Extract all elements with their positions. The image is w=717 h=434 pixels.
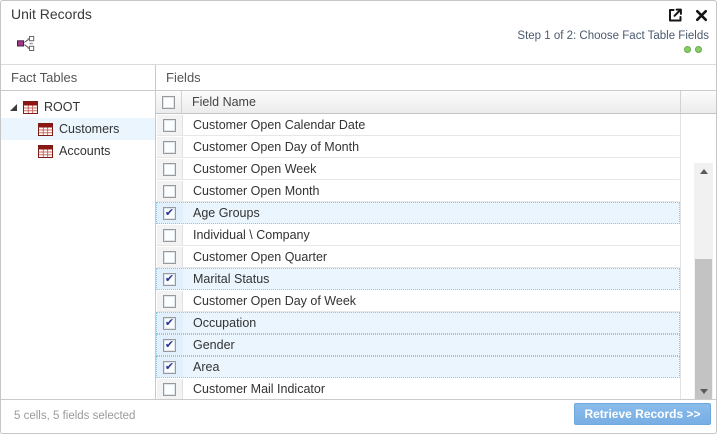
close-icon[interactable]	[692, 6, 710, 24]
field-row[interactable]: Customer Open Day of Week	[156, 290, 680, 312]
step-dot	[695, 46, 702, 53]
fact-tables-panel: Fact Tables ROOT Customers	[1, 65, 156, 400]
field-row-checkbox[interactable]	[157, 181, 183, 201]
field-row-checkbox[interactable]: ✔	[157, 313, 183, 333]
footer: 5 cells, 5 fields selected Retrieve Reco…	[1, 399, 716, 433]
field-row-checkbox[interactable]	[157, 379, 183, 399]
field-row[interactable]: Customer Open Quarter	[156, 246, 680, 268]
field-row[interactable]: Individual \ Company	[156, 224, 680, 246]
field-name-label: Individual \ Company	[183, 225, 679, 245]
field-name-label: Customer Open Calendar Date	[183, 115, 679, 135]
field-rows: Customer Open Calendar Date Customer Ope…	[156, 114, 681, 400]
table-icon	[23, 101, 38, 114]
retrieve-records-button[interactable]: Retrieve Records >>	[574, 403, 711, 425]
tree-item-label: Customers	[59, 122, 119, 136]
field-name-label: Customer Mail Indicator	[183, 379, 679, 399]
tree-item-accounts[interactable]: Accounts	[1, 140, 155, 162]
field-row-checkbox[interactable]: ✔	[157, 357, 183, 377]
field-row[interactable]: Customer Open Month	[156, 180, 680, 202]
field-name-label: Occupation	[183, 313, 679, 333]
selection-status: 5 cells, 5 fields selected	[14, 400, 135, 432]
fields-grid-header: Field Name	[156, 91, 716, 114]
grid-header-spacer	[681, 91, 716, 113]
table-icon	[38, 123, 53, 136]
main-area: Fact Tables ROOT Customers	[1, 64, 716, 400]
field-row[interactable]: ✔ Marital Status	[156, 268, 680, 290]
field-row[interactable]: Customer Mail Indicator	[156, 378, 680, 400]
fields-table-body: Customer Open Calendar Date Customer Ope…	[156, 114, 716, 400]
vertical-scrollbar[interactable]	[694, 163, 713, 400]
hierarchy-icon[interactable]	[14, 33, 36, 53]
field-name-label: Marital Status	[183, 269, 679, 289]
step-dots	[517, 46, 709, 53]
field-row[interactable]: ✔ Gender	[156, 334, 680, 356]
field-name-label: Customer Open Day of Week	[183, 291, 679, 311]
titlebar-icons	[666, 6, 710, 24]
table-icon	[38, 145, 53, 158]
titlebar: Unit Records	[1, 1, 716, 26]
open-external-icon[interactable]	[666, 6, 684, 24]
field-name-label: Customer Open Month	[183, 181, 679, 201]
field-row[interactable]: Customer Open Day of Month	[156, 136, 680, 158]
scrollbar-up-icon[interactable]	[694, 163, 713, 180]
field-row-checkbox[interactable]: ✔	[157, 335, 183, 355]
field-name-label: Age Groups	[183, 203, 679, 223]
step-label: Step 1 of 2: Choose Fact Table Fields	[517, 30, 709, 42]
step-dot	[684, 46, 691, 53]
field-row[interactable]: ✔ Occupation	[156, 312, 680, 334]
field-row-checkbox[interactable]	[157, 137, 183, 157]
field-row-checkbox[interactable]	[157, 159, 183, 179]
unit-records-dialog: Unit Records	[0, 0, 717, 434]
tree-item-label: Accounts	[59, 144, 110, 158]
field-row-checkbox[interactable]	[157, 291, 183, 311]
field-name-column-header[interactable]: Field Name	[182, 91, 681, 113]
tree-item-customers[interactable]: Customers	[1, 118, 155, 140]
field-row[interactable]: Customer Open Week	[156, 158, 680, 180]
field-name-label: Area	[183, 357, 679, 377]
fields-panel: Fields Field Name Customer Open Calendar…	[156, 65, 716, 400]
dialog-title: Unit Records	[11, 6, 92, 22]
field-row-checkbox[interactable]: ✔	[157, 269, 183, 289]
step-indicator: Step 1 of 2: Choose Fact Table Fields	[517, 30, 709, 53]
field-row[interactable]: ✔ Area	[156, 356, 680, 378]
field-name-label: Customer Open Week	[183, 159, 679, 179]
field-row[interactable]: ✔ Age Groups	[156, 202, 680, 224]
field-row-checkbox[interactable]	[157, 225, 183, 245]
expand-toggle-icon[interactable]	[10, 104, 17, 111]
field-name-label: Customer Open Quarter	[183, 247, 679, 267]
fact-tables-header: Fact Tables	[1, 65, 155, 91]
select-all-checkbox[interactable]	[156, 91, 182, 113]
field-name-label: Customer Open Day of Month	[183, 137, 679, 157]
fields-header: Fields	[156, 65, 716, 91]
field-row-checkbox[interactable]	[157, 115, 183, 135]
tree-item-root[interactable]: ROOT	[1, 96, 155, 118]
tree-item-label: ROOT	[44, 100, 80, 114]
fact-tables-tree: ROOT Customers Accounts	[1, 91, 155, 162]
field-row-checkbox[interactable]	[157, 247, 183, 267]
field-row-checkbox[interactable]: ✔	[157, 203, 183, 223]
field-row[interactable]: Customer Open Calendar Date	[156, 114, 680, 136]
scrollbar-down-icon[interactable]	[694, 383, 713, 400]
toolbar: Step 1 of 2: Choose Fact Table Fields	[1, 26, 716, 64]
field-name-label: Gender	[183, 335, 679, 355]
